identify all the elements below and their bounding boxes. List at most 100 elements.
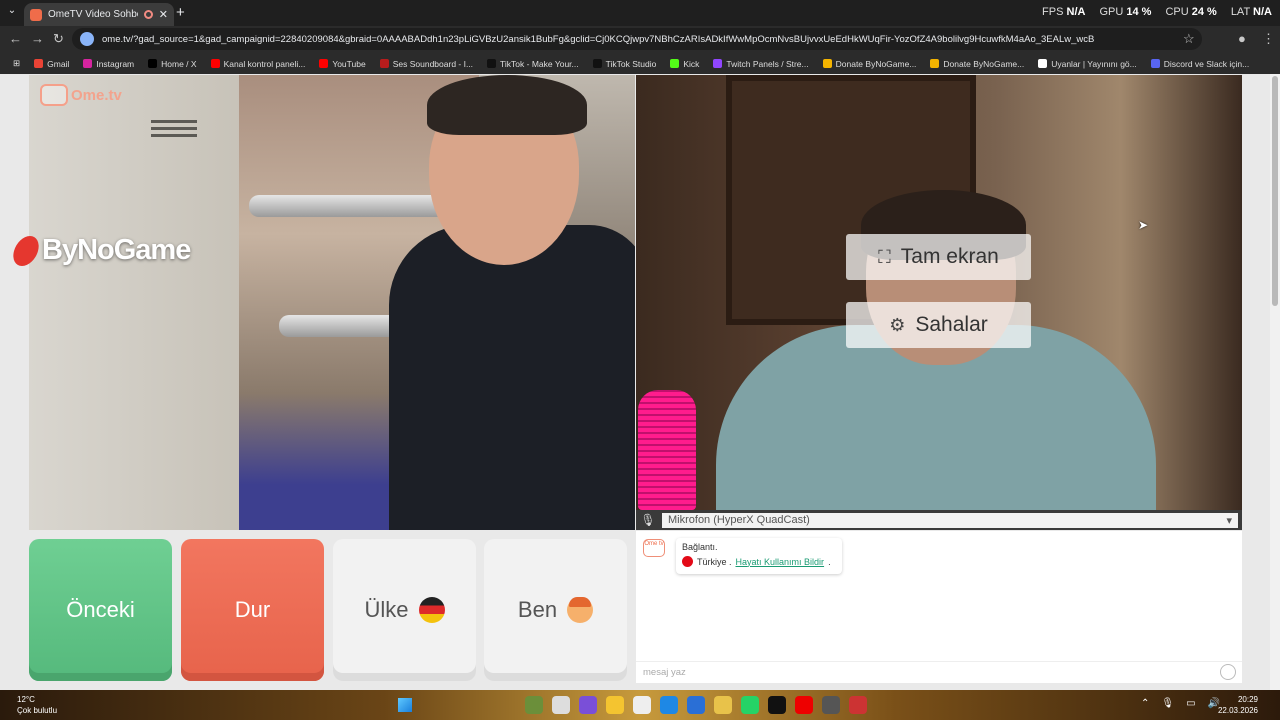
bookmark-item[interactable]: Discord ve Slack için... <box>1144 59 1257 69</box>
back-arrow-icon[interactable]: ← <box>9 31 22 46</box>
performance-overlay: FPS N/A GPU 14 % CPU 24 % LAT N/A <box>1042 6 1272 18</box>
bookmark-favicon-icon <box>210 59 220 68</box>
system-tray: ⌃ 🎙 ▭ 🔊 <box>1141 698 1220 709</box>
remote-person <box>359 75 635 530</box>
fullscreen-icon: ⛶ <box>878 246 891 267</box>
bookmark-item[interactable]: Home / X <box>141 59 203 69</box>
settings-button[interactable]: ⚙ Sahalar <box>846 302 1031 348</box>
mouse-cursor-icon: ➤ <box>1138 218 1149 232</box>
edge-icon[interactable] <box>660 696 678 714</box>
fps-readout: FPS N/A <box>1042 6 1086 18</box>
scrollbar-thumb[interactable] <box>1272 76 1278 306</box>
bookmark-item[interactable]: Kick <box>663 59 706 69</box>
bookmark-favicon-icon <box>487 59 497 68</box>
locker-scene <box>29 75 244 530</box>
windows-start-icon[interactable] <box>398 698 412 712</box>
windows-taskbar: 12°C Çok bulutlu ⌃ 🎙 ▭ 🔊 20:29 22.03.202… <box>0 690 1280 720</box>
youtube-icon[interactable] <box>795 696 813 714</box>
microphone-select[interactable]: Mikrofon (HyperX QuadCast) ▾ <box>662 512 1238 528</box>
bookmarks-bar: ⊞ Gmail Instagram Home / X Kanal kontrol pa… <box>0 53 1280 74</box>
country-button[interactable]: Ülke <box>333 539 476 681</box>
bookmark-favicon-icon <box>1150 59 1160 68</box>
bookmark-favicon-icon <box>148 59 158 68</box>
emoji-icon[interactable] <box>1220 664 1236 680</box>
forward-arrow-icon[interactable]: → <box>31 31 44 46</box>
taskbar-clock[interactable]: 20:29 22.03.2026 <box>1218 694 1258 716</box>
tiktok-icon[interactable] <box>768 696 786 714</box>
lat-readout: LAT N/A <box>1230 6 1272 18</box>
store-icon[interactable] <box>633 696 651 714</box>
obs-icon[interactable] <box>849 696 867 714</box>
profile-avatar-icon[interactable]: ● <box>1238 31 1246 46</box>
bookmark-item[interactable]: Kanal kontrol paneli... <box>204 59 313 69</box>
pink-microphone <box>638 390 696 510</box>
bookmark-star-icon[interactable]: ☆ <box>1183 31 1195 47</box>
tab-title: OmeTV Video Sohbeti — O <box>48 9 138 20</box>
bookmark-item[interactable]: Gmail <box>27 59 76 69</box>
bookmark-favicon-icon <box>822 59 832 68</box>
bookmark-item[interactable]: Ses Soundboard - I... <box>373 59 480 69</box>
gpu-readout: GPU 14 % <box>1099 6 1152 18</box>
bookmark-item[interactable]: Instagram <box>76 59 141 69</box>
system-message: Bağlantı. Türkiye . Hayatı Kullanımı Bil… <box>676 538 842 574</box>
new-tab-button[interactable]: + <box>176 4 185 21</box>
address-bar[interactable]: ome.tv/?gad_source=1&gad_campaignid=2284… <box>72 28 1202 50</box>
page-scrollbar[interactable] <box>1270 74 1280 690</box>
cpu-readout: CPU 24 % <box>1165 6 1217 18</box>
bookmark-favicon-icon <box>83 59 93 68</box>
network-icon[interactable]: ▭ <box>1186 698 1195 709</box>
boy-face-icon <box>567 597 594 623</box>
previous-button[interactable]: Önceki <box>29 539 172 681</box>
url-text[interactable]: ome.tv/?gad_source=1&gad_campaignid=2284… <box>102 34 1094 45</box>
settings-icon[interactable] <box>822 696 840 714</box>
file-explorer-icon[interactable] <box>606 696 624 714</box>
message-input[interactable]: mesaj yaz <box>636 661 1242 683</box>
bookmark-item[interactable]: Twitch Panels / Stre... <box>706 59 815 69</box>
bynogame-logo-icon <box>9 235 43 266</box>
bookmark-item[interactable]: Donate ByNoGame... <box>923 59 1031 69</box>
country-text: Türkiye . <box>697 556 732 567</box>
remote-video <box>29 75 635 530</box>
menu-dots-icon[interactable]: ⋮ <box>1262 31 1275 47</box>
reload-icon[interactable]: ↻ <box>53 31 64 47</box>
bookmark-item[interactable]: TikTok Studio <box>586 59 664 69</box>
bookmark-item[interactable]: TikTok - Make Your... <box>480 59 586 69</box>
bookmark-item[interactable]: YouTube <box>312 59 372 69</box>
microphone-tray-icon[interactable]: 🎙 <box>1161 698 1174 709</box>
ometv-logo-icon <box>40 84 68 106</box>
bookmark-item[interactable]: Uyanlar | Yayınını gö... <box>1031 59 1144 69</box>
bookmark-favicon-icon <box>930 59 940 68</box>
browser-tab-strip: ⌄ OmeTV Video Sohbeti — O ✕ + FPS N/A GP… <box>0 0 1280 26</box>
chrome-icon[interactable] <box>714 696 732 714</box>
outlook-icon[interactable] <box>687 696 705 714</box>
ometv-favicon-icon <box>30 8 42 21</box>
ometv-logo[interactable]: Ome.tv <box>40 84 122 106</box>
bookmark-favicon-icon <box>592 59 602 68</box>
connected-text: Bağlantı. <box>682 542 718 552</box>
bookmark-favicon-icon <box>1038 59 1048 68</box>
microphone-bar: 🎙 Mikrofon (HyperX QuadCast) ▾ <box>636 510 1242 530</box>
recording-icon <box>143 10 153 19</box>
bookmark-favicon-icon <box>379 59 389 68</box>
app-icon[interactable] <box>579 696 597 714</box>
me-button[interactable]: Ben <box>484 539 627 681</box>
tab-search-icon[interactable]: ⌄ <box>5 5 19 19</box>
bookmark-favicon-icon <box>713 59 723 68</box>
report-link[interactable]: Hayatı Kullanımı Bildir <box>736 557 825 567</box>
whatsapp-icon[interactable] <box>741 696 759 714</box>
chevron-down-icon: ▾ <box>1226 514 1232 527</box>
site-info-icon[interactable] <box>80 32 94 46</box>
stop-button[interactable]: Dur <box>181 539 324 681</box>
weather-widget[interactable]: 12°C Çok bulutlu <box>17 694 57 716</box>
bookmark-favicon-icon <box>670 59 680 68</box>
microphone-icon: 🎙 <box>640 513 656 527</box>
apps-grid-icon[interactable]: ⊞ <box>6 58 27 69</box>
task-view-icon[interactable] <box>552 696 570 714</box>
close-tab-icon[interactable]: ✕ <box>159 8 168 21</box>
gear-icon: ⚙ <box>889 314 906 335</box>
bookmark-item[interactable]: Donate ByNoGame... <box>816 59 924 69</box>
fullscreen-button[interactable]: ⛶ Tam ekran <box>846 234 1031 280</box>
widgets-icon[interactable] <box>525 696 543 714</box>
chevron-up-icon[interactable]: ⌃ <box>1141 698 1149 709</box>
browser-tab-active[interactable]: OmeTV Video Sohbeti — O ✕ <box>24 3 174 26</box>
